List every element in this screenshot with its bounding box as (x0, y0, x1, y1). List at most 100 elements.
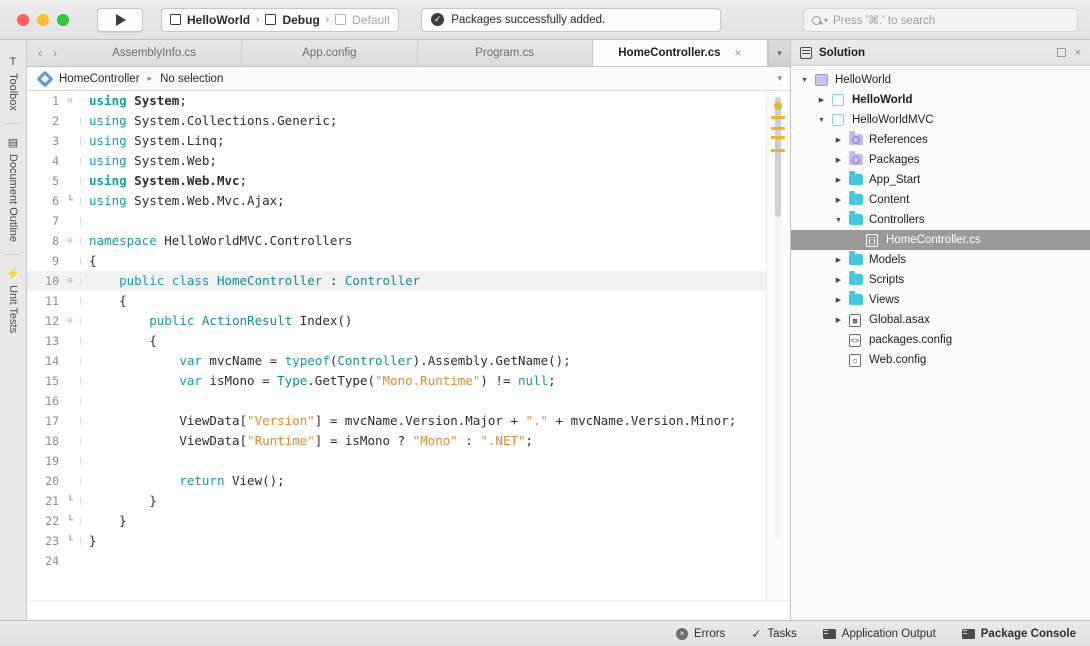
code-line[interactable]: 16 (27, 391, 766, 411)
tab-app-config[interactable]: App.config (242, 40, 418, 66)
fold-marker-icon[interactable]: ┗ (63, 511, 77, 531)
tree-item-references[interactable]: ▶ References (791, 130, 1090, 150)
restore-pad-icon[interactable] (1056, 48, 1066, 57)
code-line[interactable]: 4 using System.Web; (27, 151, 766, 171)
chevron-right-icon[interactable]: ▶ (816, 96, 827, 104)
breadcrumb-member[interactable]: No selection (160, 73, 223, 85)
chevron-down-icon[interactable]: ▼ (833, 217, 844, 224)
search-box[interactable]: ▾ Press '⌘.' to search (803, 8, 1078, 32)
chevron-down-icon[interactable]: ▼ (816, 117, 827, 124)
status-bar-item-tasks[interactable]: ✓ Tasks (751, 627, 796, 641)
status-message[interactable]: ✓ Packages successfully added. (421, 7, 722, 32)
minimize-window-button[interactable] (37, 13, 49, 26)
code-line[interactable]: 5 using System.Web.Mvc; (27, 171, 766, 191)
breadcrumb-type[interactable]: HomeController (59, 73, 140, 85)
code-line[interactable]: 24 (27, 551, 766, 571)
chevron-down-icon[interactable]: ▼ (799, 77, 810, 84)
tab-program-cs[interactable]: Program.cs (417, 40, 593, 66)
tree-item-web-config[interactable]: · ○ Web.config (791, 350, 1090, 370)
fold-marker-icon[interactable]: ⊖ (63, 311, 77, 331)
tree-item-content[interactable]: ▶ Content (791, 190, 1090, 210)
tab-homecontroller-cs[interactable]: HomeController.cs × (592, 40, 768, 66)
code-line[interactable]: 11 { (27, 291, 766, 311)
tree-item-helloworld[interactable]: ▼ HelloWorld (791, 70, 1090, 90)
chevron-right-icon[interactable]: ▶ (833, 176, 844, 184)
fold-marker-icon[interactable]: ⊖ (63, 91, 77, 111)
fold-marker-icon[interactable]: ┗ (63, 491, 77, 511)
tree-item-packages[interactable]: ▶ Packages (791, 150, 1090, 170)
chevron-right-icon[interactable]: ▶ (833, 156, 844, 164)
tree-item-homecontroller-cs[interactable]: · {} HomeController.cs (791, 230, 1090, 250)
code-line[interactable]: 7 (27, 211, 766, 231)
maximize-window-button[interactable] (57, 13, 69, 26)
tree-item-helloworldmvc[interactable]: ▼ HelloWorldMVC (791, 110, 1090, 130)
code-line[interactable]: 6 ┗ using System.Web.Mvc.Ajax; (27, 191, 766, 211)
code-line[interactable]: 9{ (27, 251, 766, 271)
run-button[interactable] (97, 7, 143, 32)
fold-marker-icon[interactable]: ┗ (63, 191, 77, 211)
tab-overflow-button[interactable]: ▾ (768, 40, 790, 66)
tree-item-label: Scripts (869, 274, 905, 286)
warning-marker-line[interactable] (771, 149, 785, 152)
sidebar-item-unit-tests[interactable]: ⚡ Unit Tests (6, 259, 20, 341)
chevron-right-icon[interactable]: ▶ (833, 276, 844, 284)
code-line[interactable]: 17 ViewData["Version"] = mvcName.Version… (27, 411, 766, 431)
fold-marker-icon[interactable]: ⊖ (63, 271, 77, 291)
warning-marker-line[interactable] (771, 127, 785, 130)
configuration-selector[interactable]: HelloWorld › Debug › Default (161, 7, 400, 32)
chevron-right-icon[interactable]: ▶ (833, 136, 844, 144)
tab-forward-button[interactable]: › (53, 46, 57, 60)
fold-marker-icon[interactable]: ⊖ (63, 231, 77, 251)
code-line[interactable]: 14 var mvcName = typeof(Controller).Asse… (27, 351, 766, 371)
status-bar-item-errors[interactable]: × Errors (676, 627, 725, 640)
code-line[interactable]: 22 ┗ } (27, 511, 766, 531)
scrollbar-thumb[interactable] (775, 97, 781, 217)
tree-item-views[interactable]: ▶ Views (791, 290, 1090, 310)
code-line[interactable]: 15 var isMono = Type.GetType("Mono.Runti… (27, 371, 766, 391)
window-controls[interactable] (12, 13, 69, 26)
code-line[interactable]: 20 return View(); (27, 471, 766, 491)
close-window-button[interactable] (17, 13, 29, 26)
code-line[interactable]: 19 (27, 451, 766, 471)
fold-marker-icon[interactable]: ┗ (63, 531, 77, 551)
code-line[interactable]: 10 ⊖ public class HomeController : Contro… (27, 271, 766, 291)
code-line[interactable]: 13 { (27, 331, 766, 351)
warning-marker-icon[interactable] (774, 102, 782, 110)
solution-tree[interactable]: ▼ HelloWorld ▶ HelloWorld ▼ HelloWorldMVC ▶ Ref… (791, 66, 1090, 620)
code-line[interactable]: 21 ┗ } (27, 491, 766, 511)
code-line[interactable]: 23 ┗} (27, 531, 766, 551)
breadcrumb-chevron-down-icon[interactable]: ▾ (777, 73, 782, 84)
warning-marker-line[interactable] (771, 136, 785, 139)
status-bar-item-application-output[interactable]: Application Output (822, 628, 936, 640)
code-line[interactable]: 12 ⊖ public ActionResult Index() (27, 311, 766, 331)
tree-item-models[interactable]: ▶ Models (791, 250, 1090, 270)
tab-close-icon[interactable]: × (734, 46, 741, 60)
status-bar: × Errors ✓ Tasks Application Output Package C… (0, 620, 1090, 646)
sidebar-item-document-outline[interactable]: ▤ Document Outline (7, 128, 19, 250)
code-line[interactable]: 3 using System.Linq; (27, 131, 766, 151)
status-bar-item-package-console[interactable]: Package Console (961, 628, 1076, 640)
tree-item-helloworld[interactable]: ▶ HelloWorld (791, 90, 1090, 110)
editor-marker-scrollbar[interactable] (766, 91, 790, 600)
tab-back-button[interactable]: ‹ (38, 46, 42, 60)
chevron-right-icon[interactable]: ▶ (833, 196, 844, 204)
code-line[interactable]: 18 ViewData["Runtime"] = isMono ? "Mono"… (27, 431, 766, 451)
chevron-right-icon[interactable]: ▶ (833, 316, 844, 324)
sidebar-item-toolbox[interactable]: T Toolbox (7, 48, 19, 119)
tree-item-controllers[interactable]: ▼ Controllers (791, 210, 1090, 230)
warning-marker-line[interactable] (771, 116, 785, 119)
separator-chevron-icon-2: › (325, 14, 330, 25)
chevron-right-icon[interactable]: ▶ (833, 296, 844, 304)
tree-item-packages-config[interactable]: · <> packages.config (791, 330, 1090, 350)
tree-item-global-asax[interactable]: ▶ ▦ Global.asax (791, 310, 1090, 330)
tree-item-scripts[interactable]: ▶ Scripts (791, 270, 1090, 290)
tab-assemblyinfo-cs[interactable]: AssemblyInfo.cs (67, 40, 243, 66)
code-editor[interactable]: 1 ⊖ using System; 2 using System.Collections… (27, 91, 766, 600)
chevron-right-icon[interactable]: ▶ (833, 256, 844, 264)
tree-item-app-start[interactable]: ▶ App_Start (791, 170, 1090, 190)
code-line[interactable]: 8 ⊖ namespace HelloWorldMVC.Controllers (27, 231, 766, 251)
close-pad-icon[interactable]: × (1075, 47, 1081, 59)
code-line[interactable]: 1 ⊖ using System; (27, 91, 766, 111)
code-line[interactable]: 2 using System.Collections.Generic; (27, 111, 766, 131)
